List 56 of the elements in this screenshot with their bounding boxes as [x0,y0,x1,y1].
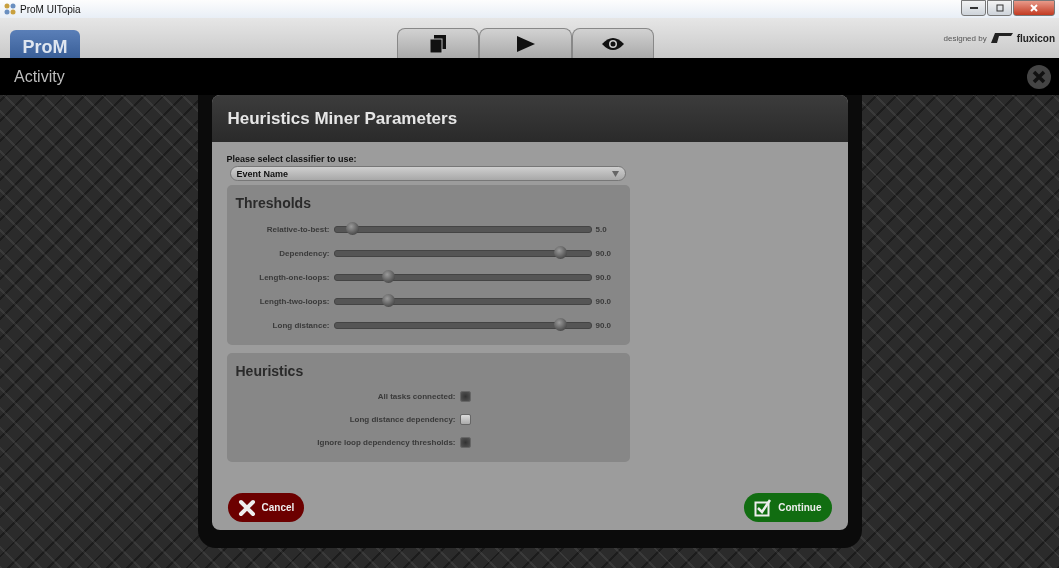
slider-track[interactable] [333,249,592,257]
documents-icon [430,34,446,53]
app-icon [4,3,16,15]
slider-value: 90.0 [595,320,613,330]
view-tab[interactable] [572,28,654,58]
checkbox-label: Long distance dependency: [349,415,456,424]
slider-thumb[interactable] [346,222,360,235]
checkbox[interactable] [459,391,471,402]
close-button[interactable] [1013,0,1055,16]
close-icon[interactable] [1027,64,1051,89]
window-title: ProM UITopia [20,3,81,15]
slider-value: 90.0 [595,248,613,258]
maximize-button[interactable] [987,0,1012,16]
dialog-title: Heuristics Miner Parameters [227,108,458,129]
close-icon [1030,4,1038,12]
prom-logo[interactable]: ProM [10,30,80,58]
slider-value: 90.0 [595,296,613,306]
slider-thumb[interactable] [553,246,567,259]
brand-name: fluxicon [1016,32,1055,44]
slider-label: Dependency: [278,248,330,258]
classifier-label: Please select classifier to use: [226,154,358,164]
panel-title: Heuristics [235,363,305,379]
checkbox[interactable] [459,437,471,448]
eye-icon [601,36,625,51]
designed-by-text: designed by [943,33,987,43]
classifier-dropdown[interactable]: Event Name [229,166,626,181]
cancel-button[interactable]: Cancel [227,493,305,522]
slider-track[interactable] [333,321,592,329]
maximize-icon [995,4,1004,12]
slider-value: 90.0 [595,272,613,282]
slider-track[interactable] [333,297,592,305]
slider-track[interactable] [333,273,592,281]
brand-logo-icon [990,33,1013,43]
slider-label: Relative-to-best: [265,224,330,234]
slider-label: Long distance: [271,320,330,330]
slider-label: Length-one-loops: [258,272,330,282]
slider-thumb[interactable] [553,318,567,331]
slider-track[interactable] [333,225,592,233]
action-tab[interactable] [479,28,572,58]
slider-value: 5.0 [595,224,608,234]
slider-label: Length-two-loops: [258,296,330,306]
checkbox-label: All tasks connected: [377,392,456,401]
activity-title: Activity [14,67,65,86]
panel-title: Thresholds [235,195,312,211]
slider-thumb[interactable] [382,270,396,283]
workspace-tab[interactable] [397,28,479,58]
slider-thumb[interactable] [382,294,396,307]
dropdown-arrow-icon [611,170,619,177]
minimize-icon [969,6,978,10]
checkbox-label: Ignore loop dependency thresholds: [317,438,456,447]
minimize-button[interactable] [961,0,986,16]
continue-button[interactable]: Continue [744,493,832,522]
checkbox[interactable] [459,414,471,425]
cross-icon [237,498,256,517]
play-icon [516,35,535,52]
checkbox-tick-icon [754,498,773,517]
